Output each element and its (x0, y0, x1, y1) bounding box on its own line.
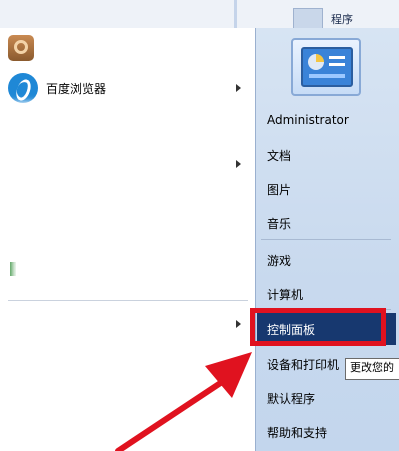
annotation-arrow (115, 352, 252, 451)
